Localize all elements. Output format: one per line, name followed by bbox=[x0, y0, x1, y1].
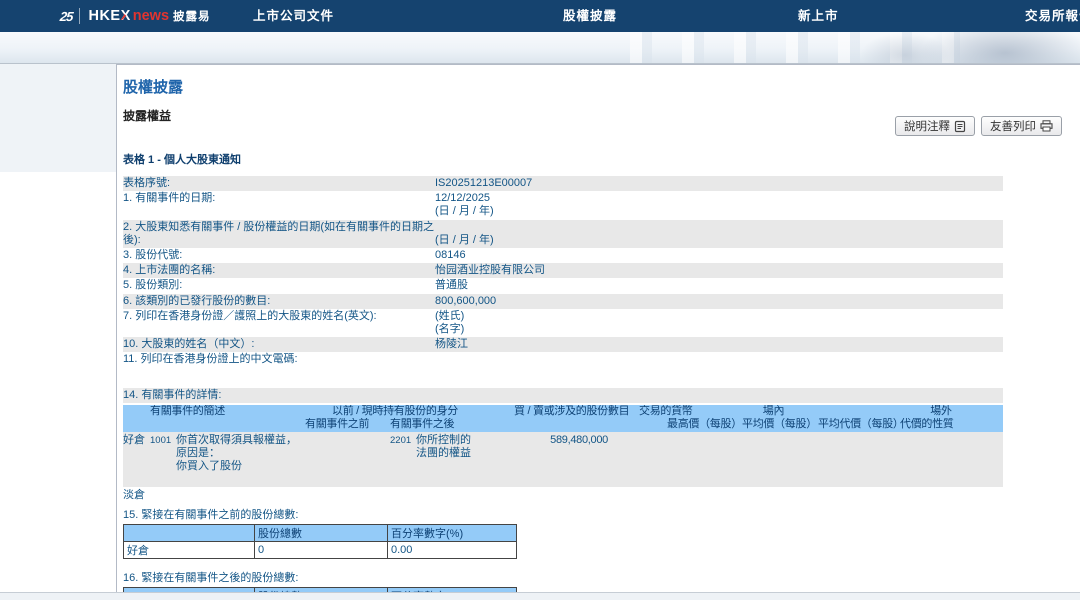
row-label: 好倉 bbox=[124, 541, 255, 558]
printer-icon bbox=[1040, 120, 1053, 132]
field-label: 2. 大股東知悉有關事件 / 股份權益的日期(如在有關事件的日期之後): bbox=[123, 221, 435, 247]
printer-friendly-button[interactable]: 友善列印 bbox=[981, 116, 1062, 136]
action-buttons: 說明注釋 友善列印 bbox=[895, 116, 1062, 136]
col-currency: 交易的貨幣 bbox=[635, 405, 698, 419]
form-row-name-chinese: 10. 大股東的姓名（中文）: 杨陵江 bbox=[123, 337, 1003, 352]
field-label: 7. 列印在香港身份證／護照上的大股東的姓名(英文): bbox=[123, 310, 435, 336]
event-text: 你首次取得須具報權益，原因是： 你買入了股份 bbox=[176, 434, 304, 474]
form-row-aware-date: 2. 大股東知悉有關事件 / 股份權益的日期(如在有關事件的日期之後): (日 … bbox=[123, 220, 1003, 248]
top-nav: 25 HKEXX news 披露易 上市公司文件 股權披露 新上市 交易所報告 bbox=[0, 0, 1080, 32]
field-value: 杨陵江 bbox=[435, 338, 1003, 351]
col-highest-price: 最高價（每股） bbox=[667, 418, 742, 432]
col-on-market: 場內 bbox=[698, 405, 849, 419]
event-code: 1001 bbox=[150, 434, 176, 474]
field-value: (日 / 月 / 年) bbox=[435, 234, 1003, 247]
field-value bbox=[435, 353, 1003, 366]
col-off-market: 場外 bbox=[849, 405, 1033, 419]
field-value: IS20251213E00007 bbox=[435, 177, 1003, 190]
nav-item-new-listings[interactable]: 新上市 bbox=[798, 0, 839, 32]
section15-table: 股份總數 百分率數字(%) 好倉 0 0.00 bbox=[123, 524, 517, 559]
shares-involved-value: 589,480,000 bbox=[487, 434, 608, 474]
field-value: 08146 bbox=[435, 249, 1003, 262]
short-position-row: 淡倉 bbox=[123, 487, 1003, 504]
col-shares-involved: 買 / 賣或涉及的股份數目 bbox=[514, 405, 635, 419]
field-value: 800,600,000 bbox=[435, 295, 1003, 308]
page-subtitle: 披露權益 bbox=[123, 107, 1003, 124]
col-avg-consideration: 平均代價（每股） bbox=[818, 418, 900, 432]
details-table: 有關事件的簡述 以前 / 現時持有股份的身分 買 / 賣或涉及的股份數目 交易的… bbox=[123, 405, 1003, 505]
nav-item-exchange-reports[interactable]: 交易所報告 bbox=[1025, 0, 1080, 32]
hkex-x-icon: XX bbox=[121, 8, 131, 24]
banner-image-statue bbox=[920, 32, 1080, 64]
form-row-event-date: 1. 有關事件的日期: 12/12/2025 (日 / 月 / 年) bbox=[123, 191, 1003, 219]
page-banner bbox=[0, 32, 1080, 64]
field-value: (姓氏) (名字) bbox=[435, 310, 1003, 336]
total-shares-before: 0 bbox=[255, 541, 388, 558]
field-label: 11. 列印在香港身份證上的中文電碼: bbox=[123, 353, 435, 366]
page-title: 股權披露 bbox=[123, 76, 1003, 97]
notes-icon bbox=[954, 120, 966, 133]
col-percentage: 百分率數字(%) bbox=[388, 524, 517, 541]
long-position-row: 好倉 1001 你首次取得須具報權益，原因是： 你買入了股份 2201 你所控制… bbox=[123, 432, 1003, 488]
col-event-description: 有關事件的簡述 bbox=[123, 405, 332, 419]
col-average-price: 平均價（每股） bbox=[742, 418, 818, 432]
field-label: 3. 股份代號: bbox=[123, 249, 435, 262]
logo-chinese-label: 披露易 bbox=[173, 8, 211, 24]
details-heading: 14. 有關事件的詳情: bbox=[123, 388, 1003, 403]
section15-heading: 15. 緊接在有關事件之前的股份總數: bbox=[123, 508, 1003, 523]
news-wordmark: news bbox=[133, 8, 169, 24]
field-label: 6. 該類別的已發行股份的數目: bbox=[123, 295, 435, 308]
col-total-shares: 股份總數 bbox=[255, 524, 388, 541]
nav-item-listed-company-documents[interactable]: 上市公司文件 bbox=[253, 0, 334, 32]
percentage-before: 0.00 bbox=[388, 541, 517, 558]
nav-item-disclosure-of-interests[interactable]: 股權披露 bbox=[563, 0, 617, 32]
capacity-after-code: 2201 bbox=[390, 434, 416, 474]
field-label: 4. 上市法團的名稱: bbox=[123, 264, 435, 277]
form-row-corporation-name: 4. 上市法團的名稱: 怡园酒业控股有限公司 bbox=[123, 263, 1003, 278]
field-label: 5. 股份類別: bbox=[123, 279, 435, 292]
capacity-after-text: 你所控制的法團的權益 bbox=[416, 434, 480, 474]
form-row-stock-code: 3. 股份代號: 08146 bbox=[123, 248, 1003, 263]
position-marker: 好倉 bbox=[123, 434, 150, 474]
col-nature-consideration: 代價的性質 bbox=[900, 418, 1002, 432]
field-value: 12/12/2025 (日 / 月 / 年) bbox=[435, 192, 1003, 218]
field-value: 怡园酒业控股有限公司 bbox=[435, 264, 1003, 277]
field-label: 10. 大股東的姓名（中文）: bbox=[123, 338, 435, 351]
field-label: 表格序號: bbox=[123, 177, 435, 190]
form-row-share-class: 5. 股份類別: 普通股 bbox=[123, 278, 1003, 293]
blank-header-cell bbox=[124, 524, 255, 541]
col-before-event: 有關事件之前 bbox=[305, 418, 390, 432]
col-after-event: 有關事件之後 bbox=[390, 418, 487, 432]
field-value: 普通股 bbox=[435, 279, 1003, 292]
form-row-ccc-code: 11. 列印在香港身份證上的中文電碼: bbox=[123, 352, 1003, 367]
form-rows: 表格序號: IS20251213E00007 1. 有關事件的日期: 12/12… bbox=[123, 176, 1003, 368]
form-row-serial: 表格序號: IS20251213E00007 bbox=[123, 176, 1003, 191]
printer-friendly-label: 友善列印 bbox=[990, 118, 1036, 134]
content-card: 股權披露 披露權益 表格 1 - 個人大股東通知 表格序號: IS2025121… bbox=[116, 64, 1080, 593]
col-capacity: 以前 / 現時持有股份的身分 bbox=[332, 405, 514, 419]
anniversary-25-icon: 25 bbox=[59, 9, 73, 24]
section16-heading: 16. 緊接在有關事件之後的股份總數: bbox=[123, 571, 1003, 586]
explanatory-notes-label: 說明注釋 bbox=[904, 118, 950, 134]
details-table-header: 有關事件的簡述 以前 / 現時持有股份的身分 買 / 賣或涉及的股份數目 交易的… bbox=[123, 405, 1003, 432]
form-row-issued-shares: 6. 該類別的已發行股份的數目: 800,600,000 bbox=[123, 294, 1003, 309]
hkex-wordmark: HKEXX bbox=[88, 8, 130, 24]
explanatory-notes-button[interactable]: 說明注釋 bbox=[895, 116, 975, 136]
logo-divider bbox=[79, 8, 80, 24]
form-row-name-english: 7. 列印在香港身份證／護照上的大股東的姓名(英文): (姓氏) (名字) bbox=[123, 309, 1003, 337]
field-label: 1. 有關事件的日期: bbox=[123, 192, 435, 218]
hkexnews-logo[interactable]: 25 HKEXX news 披露易 bbox=[60, 0, 211, 32]
form-title: 表格 1 - 個人大股東通知 bbox=[123, 151, 1003, 167]
